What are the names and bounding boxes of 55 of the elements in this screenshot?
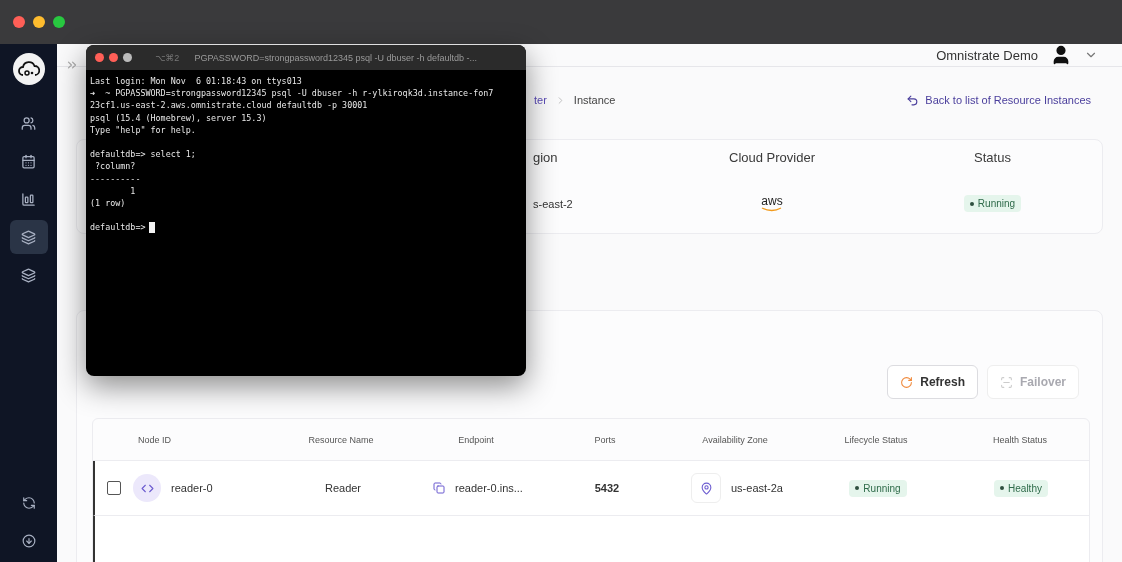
table-cell: reader-0 [171,482,213,494]
status-badge: Running [849,479,907,497]
minimize-window-button[interactable] [109,53,118,62]
table-cell: reader-0.ins... [455,482,523,494]
column-header: Ports [594,434,616,445]
region-value: s-east-2 [533,197,573,210]
undo-icon[interactable] [906,93,920,107]
column-header: Availability Zone [702,434,768,445]
shortcut-label: ⌥⌘2 [155,52,180,63]
action-button[interactable]: Refresh [887,365,978,399]
column-header: Endpoint [458,434,494,445]
minimize-window-button[interactable] [33,16,45,28]
terminal-line: defaultdb=> select 1; [90,148,196,161]
table-cell: us-east-2a [731,482,783,494]
column-header: Status [974,149,1011,165]
column-header: Lifecycle Status [844,434,908,445]
maximize-window-button[interactable] [53,16,65,28]
breadcrumb-item[interactable]: ter [534,94,547,106]
cloud-provider-logo: aws [761,195,783,212]
table-row[interactable]: reader-0 Reader reader-0.ins... 5432 us-east-2a Running Healthy [93,461,1089,516]
column-header: Health Status [993,434,1047,445]
row-checkbox[interactable] [107,481,121,495]
table-cell: Reader [324,482,362,494]
column-header: Cloud Provider [729,149,815,165]
copy-icon[interactable] [433,482,446,494]
terminal-cursor [149,222,156,233]
terminal-line: (1 row) [90,197,126,210]
terminal-line: 23cf1.us-east-2.aws.omnistrate.cloud defaultdb -p 30001 [90,99,368,112]
column-header: Node ID [137,434,172,445]
breadcrumb-item[interactable]: Instance [573,94,616,106]
maximize-window-button[interactable] [123,53,132,62]
table-cell: 5432 [594,482,620,494]
terminal-line: 1 [129,184,136,197]
refresh-icon [900,375,914,389]
scan-icon [999,375,1013,389]
terminal-line: Type "help" for help. [90,123,196,136]
status-badge: Running [963,195,1022,212]
code-icon [133,474,161,502]
layers-icon[interactable] [9,220,48,254]
account-name: Omnistrate Demo [936,47,1038,63]
terminal-line: ?column? [94,160,136,173]
cloud-logo-icon[interactable] [12,53,45,85]
terminal-line: ---------- [90,172,141,185]
close-window-button[interactable] [95,53,104,62]
column-header: gion [533,149,558,165]
back-link[interactable]: Back to list of Resource Instances [925,94,1091,106]
terminal-line: ➜ ~ PGPASSWORD=strongpassword12345 psql -U dbuser -h r-ylkiroqk3d.instance-fon7 [90,87,494,100]
location-icon [691,473,721,503]
window-title: PGPASSWORD=strongpassword12345 psql -U dbuser -h defaultdb -... [194,52,478,63]
column-header: Resource Name [308,434,374,445]
status-badge: Healthy [994,479,1048,497]
terminal-line: Last login: Mon Nov 6 01:18:43 on ttys013 [90,75,302,88]
terminal-line: psql (15.4 (Homebrew), server 15.3) [90,111,267,124]
close-window-button[interactable] [13,16,25,28]
terminal-line: defaultdb=> [90,221,146,234]
